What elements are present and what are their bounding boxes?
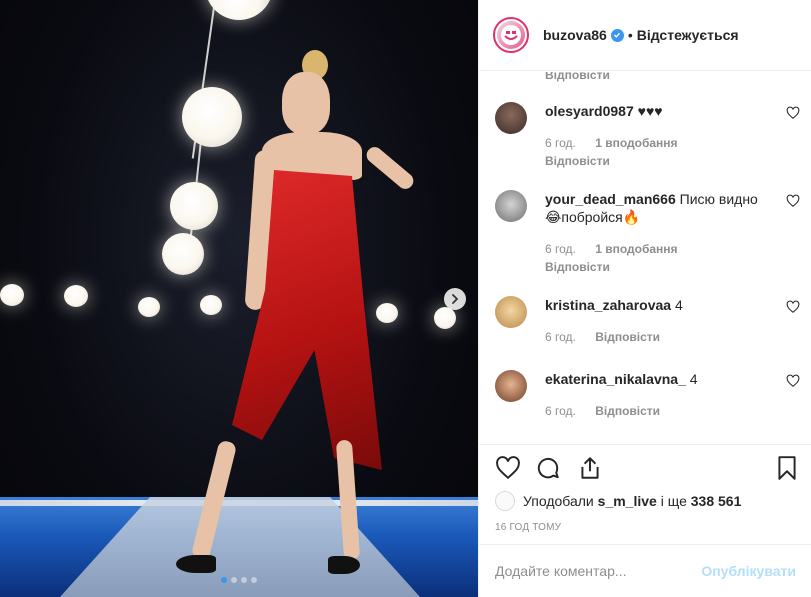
chevron-right-icon (452, 294, 458, 304)
carousel-dot (251, 577, 257, 583)
comment-time[interactable]: 6 год. (545, 242, 576, 256)
light-bulb (170, 182, 218, 230)
comment-time[interactable]: 6 год. (545, 330, 576, 344)
carousel-dot (241, 577, 247, 583)
reply-link[interactable]: Відповісти (545, 72, 610, 82)
verified-badge-icon (610, 28, 624, 42)
carousel-dot (231, 577, 237, 583)
light-bulb (138, 297, 160, 317)
light-bulb (434, 307, 456, 329)
light-bulb (205, 0, 273, 20)
comment-meta: 6 год. 1 вподобання (545, 134, 764, 152)
light-bulb (376, 303, 398, 323)
comment-input[interactable] (495, 563, 702, 579)
light-bulb (200, 295, 222, 315)
heart-icon[interactable] (495, 455, 521, 481)
carousel-dot (221, 577, 227, 583)
light-bulb (162, 233, 204, 275)
commenter-username[interactable]: olesyard0987 (545, 103, 634, 119)
bookmark-icon[interactable] (774, 455, 800, 481)
post-sidebar: buzova86 • Відстежується Відповісти oles… (478, 0, 811, 597)
comment-text: 4 (689, 371, 698, 387)
separator-dot: • (627, 27, 633, 43)
commenter-avatar[interactable] (495, 190, 527, 222)
comment-text: 4 (674, 297, 683, 313)
comment-meta: 6 год. 1 вподобання (545, 240, 764, 258)
author-username[interactable]: buzova86 (543, 27, 607, 43)
reply-link[interactable]: Відповісти (545, 258, 764, 276)
comment-time[interactable]: 6 год. (545, 136, 576, 150)
liker-username[interactable]: s_m_live (598, 493, 657, 509)
comment-item: ekaterina_nikalavna_ 4 6 год. Відповісти (495, 370, 800, 420)
reply-link[interactable]: Відповісти (595, 330, 660, 344)
light-bulb (64, 285, 88, 307)
carousel-next-button[interactable] (444, 288, 466, 310)
comment-text: ♥♥♥ (637, 103, 663, 119)
heart-icon[interactable] (786, 106, 800, 120)
commenter-avatar[interactable] (495, 102, 527, 134)
follow-button[interactable]: Відстежується (637, 27, 739, 43)
light-bulb (182, 87, 242, 147)
likes-summary: Уподобали s_m_live і ще 338 561 (495, 491, 741, 511)
post-header: buzova86 • Відстежується (479, 0, 811, 71)
likes-prefix: Уподобали (523, 493, 594, 509)
shoe-left (176, 555, 216, 573)
reply-link[interactable]: Відповісти (545, 152, 764, 170)
action-bar (495, 455, 800, 483)
likes-middle: і ще (660, 493, 687, 509)
commenter-avatar[interactable] (495, 370, 527, 402)
comment-item: your_dead_man666 Писю видно 😂побройся🔥 6… (495, 190, 800, 276)
liker-avatar[interactable] (495, 491, 515, 511)
face (282, 72, 330, 134)
heart-icon[interactable] (786, 374, 800, 388)
commenter-username[interactable]: ekaterina_nikalavna_ (545, 371, 686, 387)
author-avatar[interactable] (493, 17, 529, 53)
carousel-indicator (0, 577, 478, 583)
heart-icon[interactable] (786, 300, 800, 314)
comment-meta: 6 год. Відповісти (545, 328, 764, 346)
comments-list[interactable]: Відповісти olesyard0987 ♥♥♥ 6 год. 1 впо… (479, 72, 811, 444)
comment-likes[interactable]: 1 вподобання (595, 136, 677, 150)
publish-button[interactable]: Опублікувати (701, 563, 796, 579)
comment-item: kristina_zaharovaa 4 6 год. Відповісти (495, 296, 800, 346)
comment-likes[interactable]: 1 вподобання (595, 242, 677, 256)
comment-meta: 6 год. Відповісти (545, 402, 764, 420)
likes-count[interactable]: 338 561 (691, 493, 742, 509)
reply-link[interactable]: Відповісти (595, 404, 660, 418)
comment-time[interactable]: 6 год. (545, 404, 576, 418)
avatar-logo-icon (501, 25, 521, 45)
share-icon[interactable] (577, 455, 603, 481)
add-comment-bar: Опублікувати (479, 544, 811, 597)
heart-icon[interactable] (786, 194, 800, 208)
commenter-username[interactable]: kristina_zaharovaa (545, 297, 671, 313)
post-photo[interactable] (0, 0, 478, 597)
shoe-right (328, 556, 360, 574)
post-timestamp[interactable]: 16 ГОД ТОМУ (495, 522, 561, 533)
light-bulb (0, 284, 24, 306)
comment-icon[interactable] (535, 455, 561, 481)
arm-right (363, 143, 417, 193)
commenter-avatar[interactable] (495, 296, 527, 328)
comment-item: olesyard0987 ♥♥♥ 6 год. 1 вподобання Від… (495, 102, 800, 170)
commenter-username[interactable]: your_dead_man666 (545, 191, 676, 207)
